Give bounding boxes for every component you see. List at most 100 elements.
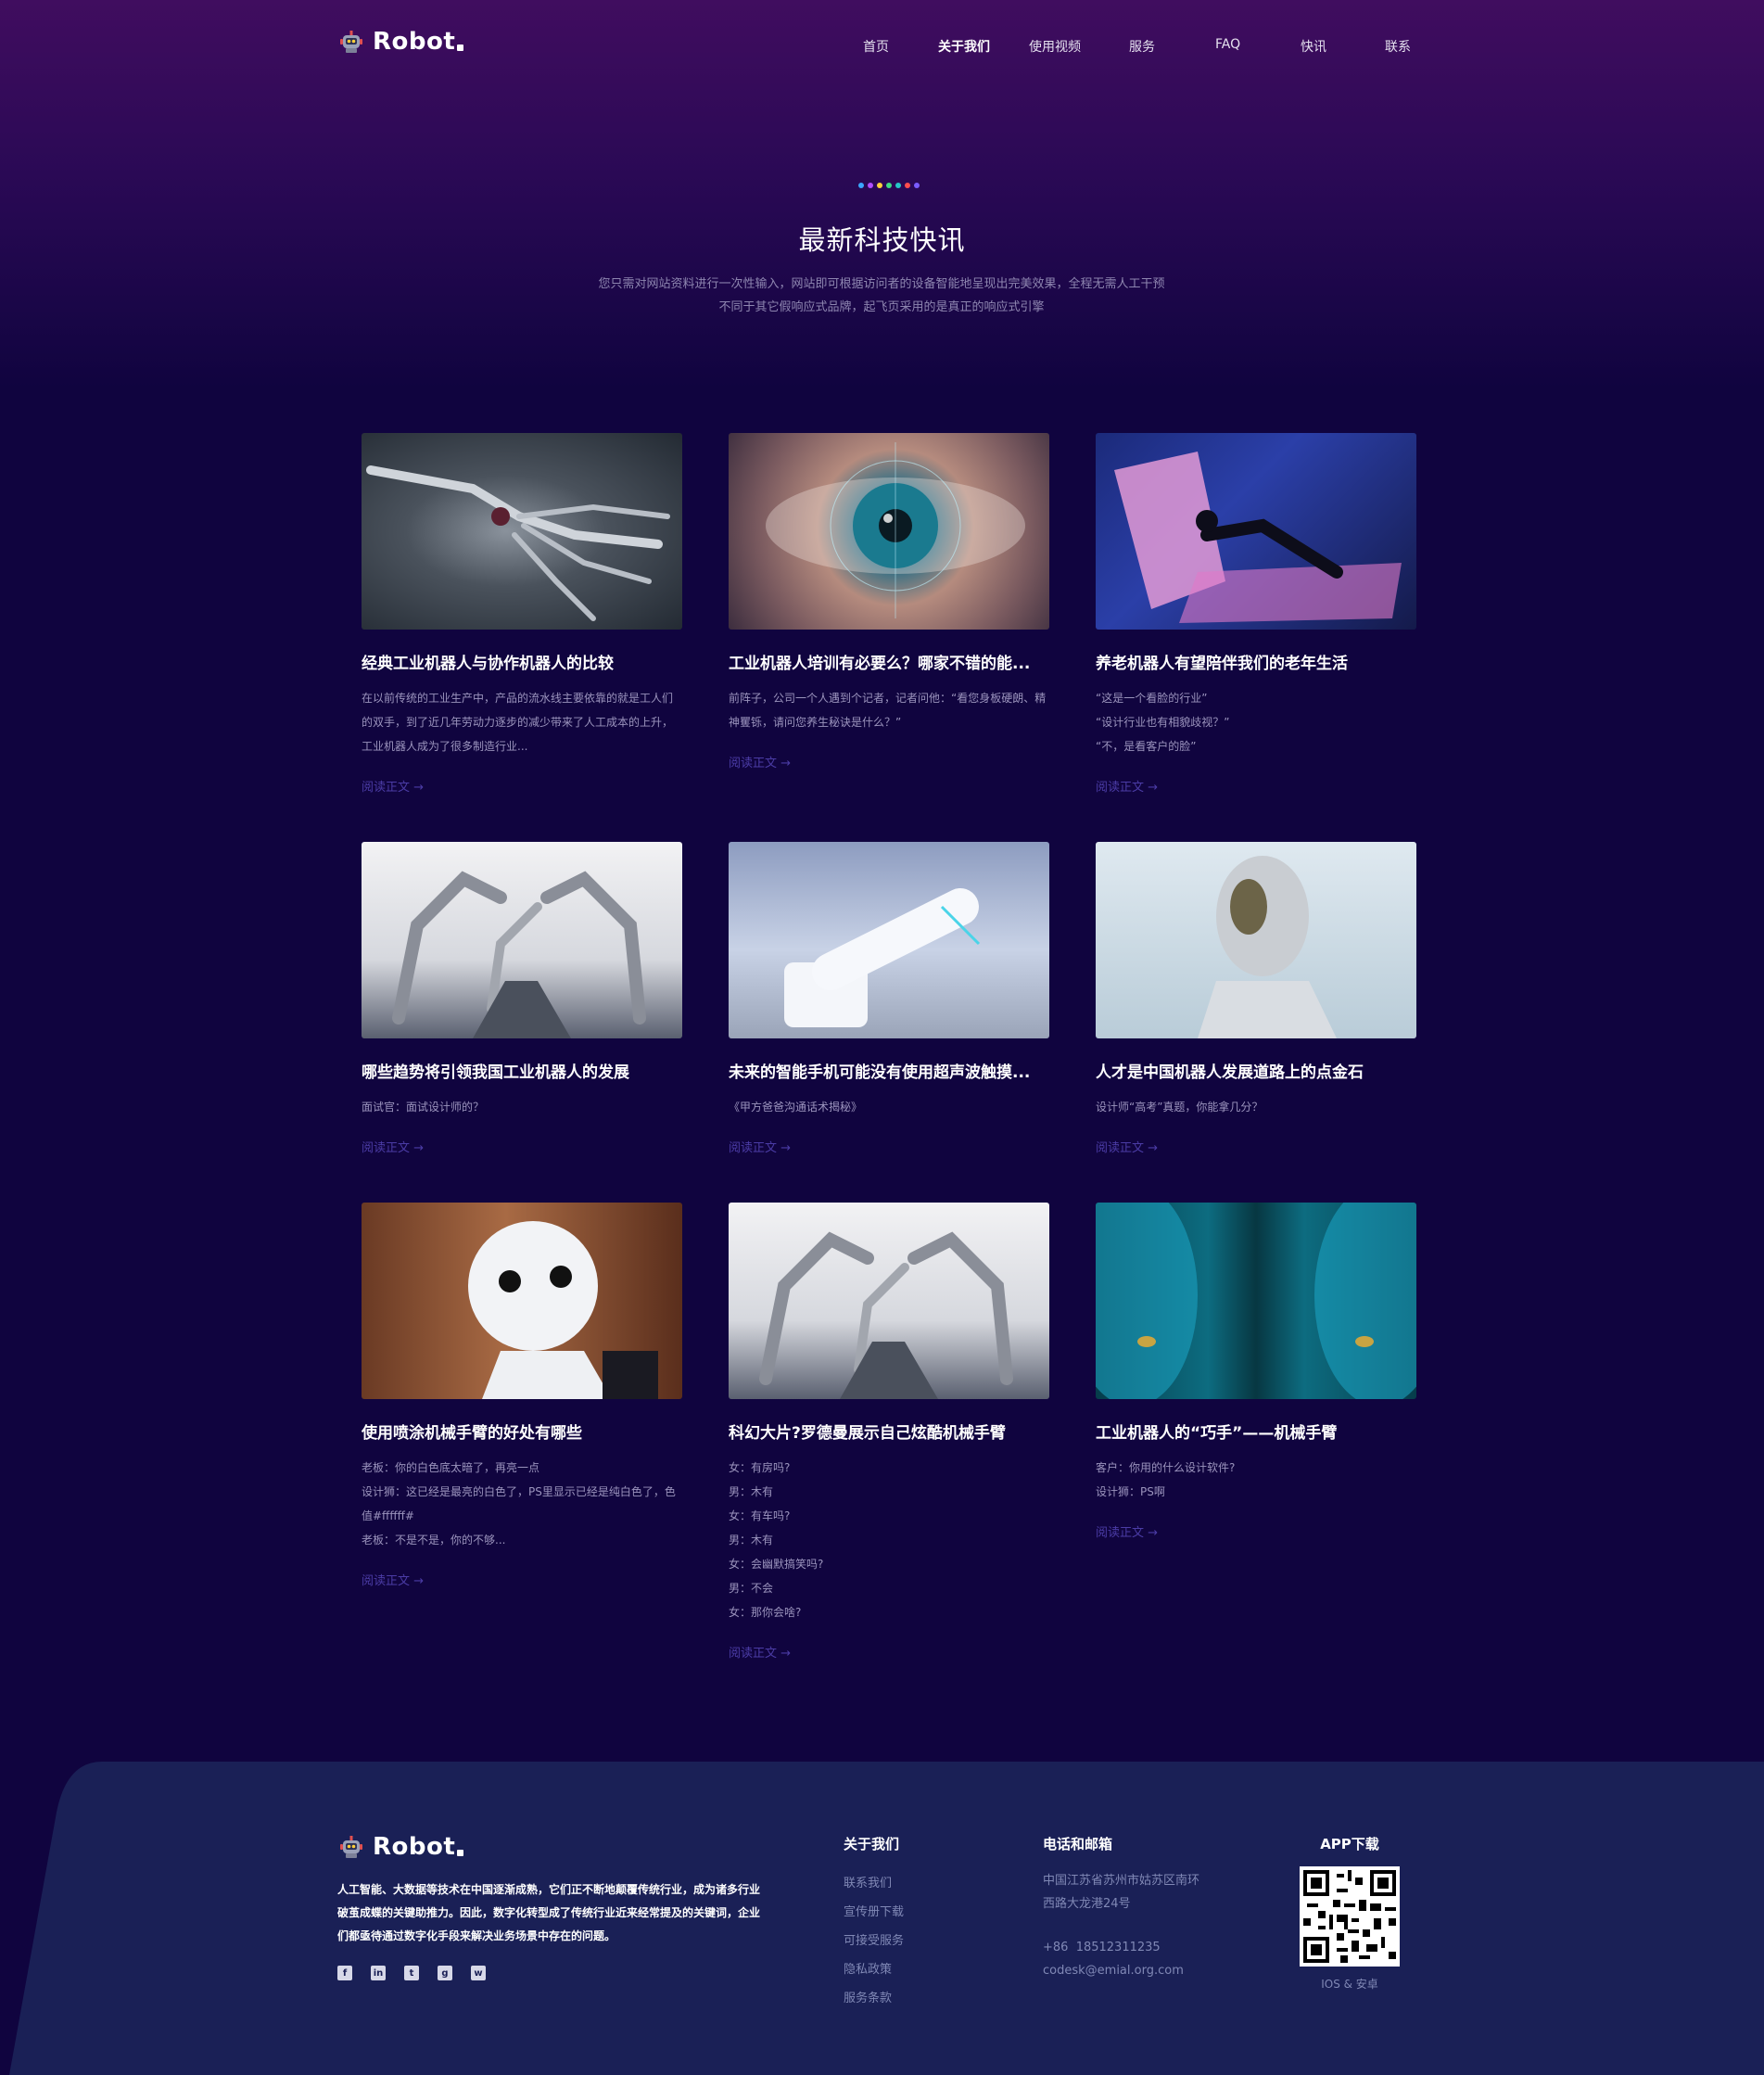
wechat-icon[interactable]: w [471,1966,486,1980]
app-download-caption: IOS & 安卓 [1321,1978,1378,1991]
card-image-white-robot-arm[interactable] [729,842,1049,1038]
card-title[interactable]: 未来的智能手机可能没有使用超声波触摸... [729,1059,1049,1082]
card-image-robot-arms-2[interactable] [729,1203,1049,1399]
logo-dot [457,1849,464,1856]
card-image-pepper-robot[interactable] [362,1203,682,1399]
qr-code-icon [1300,1866,1400,1967]
card-excerpt-line: 男：木有 [729,1534,774,1547]
footer-logo[interactable]: Robot [337,1833,464,1861]
card-excerpt-line: “不，是看客户的脸” [1096,740,1197,753]
nav-about[interactable]: 关于我们 [938,37,990,56]
card-excerpt-line: 前阵子，公司一个人遇到个记者，记者问他：“看您身板硬朗、精 [729,692,1047,705]
robot-logo-icon [340,1836,362,1858]
card-excerpt: 设计师“高考”真题，你能拿几分？ [1096,1095,1416,1119]
dot [895,183,901,188]
facebook-icon[interactable]: f [337,1966,352,1980]
footer-link-privacy[interactable]: 隐私政策 [844,1959,892,1977]
android-head-illustration [1198,856,1337,1038]
google-icon[interactable]: g [438,1966,452,1980]
news-card: 科幻大片?罗德曼展示自己炫酷机械手臂 女：有房吗? 男：木有 女：有车吗? 男：… [729,1203,1049,1661]
blue-faces-illustration [1096,1203,1416,1399]
card-excerpt-line: 客户：你用的什么设计软件? [1096,1461,1236,1474]
footer-phone[interactable]: +86 18512311235 [1043,1941,1161,1954]
news-card: 未来的智能手机可能没有使用超声波触摸... 《甲方爸爸沟通话术揭秘》 阅读正文 … [729,842,1049,1155]
twitter-icon[interactable]: t [404,1966,419,1980]
card-excerpt-line: “设计行业也有相貌歧视？” [1096,716,1230,729]
footer-col-app-title: APP下载 [1320,1836,1379,1852]
card-excerpt-line: 老板：不是不是，你的不够... [362,1534,506,1547]
read-more-link[interactable]: 阅读正文 → [729,1138,791,1155]
card-excerpt-line: 在以前传统的工业生产中，产品的流水线主要依靠的就是工人们 [362,692,674,705]
read-more-link[interactable]: 阅读正文 → [362,777,424,795]
card-image-robot-hand[interactable] [362,433,682,630]
news-card: 工业机器人的“巧手”——机械手臂 客户：你用的什么设计软件? 设计狮：PS啊 阅… [1096,1203,1416,1540]
footer-link-contact[interactable]: 联系我们 [844,1873,892,1890]
color-dots [858,183,920,188]
card-image-blue-faces[interactable] [1096,1203,1416,1399]
card-excerpt: 面试官：面试设计师的？ [362,1095,682,1119]
card-excerpt: 《甲方爸爸沟通话术揭秘》 [729,1095,1049,1119]
card-image-android-head[interactable] [1096,842,1416,1038]
card-image-neon-robot[interactable] [1096,433,1416,630]
logo[interactable]: Robot [337,28,464,56]
nav-faq[interactable]: FAQ [1215,37,1240,52]
site-header: Robot 首页 关于我们 使用视频 服务 FAQ 快讯 联系 [0,0,1764,93]
read-more-link[interactable]: 阅读正文 → [362,1138,424,1155]
nav-services[interactable]: 服务 [1129,37,1155,56]
white-robot-arm-illustration [784,888,981,1027]
card-title[interactable]: 工业机器人培训有必要么？哪家不错的能... [729,650,1049,673]
footer-link-services[interactable]: 可接受服务 [844,1930,904,1948]
section-subtitle-line-2: 不同于其它假响应式品牌，起飞页采用的是真正的响应式引擎 [718,300,1045,314]
dot [868,183,873,188]
card-title[interactable]: 养老机器人有望陪伴我们的老年生活 [1096,650,1416,673]
footer-link-terms[interactable]: 服务条款 [844,1988,892,2005]
card-title[interactable]: 使用喷涂机械手臂的好处有哪些 [362,1419,682,1443]
card-title[interactable]: 人才是中国机器人发展道路上的点金石 [1096,1059,1416,1082]
card-excerpt-line: 男：木有 [729,1485,774,1498]
section-subtitle-line-1: 您只需对网站资料进行一次性输入，网站即可根据访问者的设备智能地呈现出完美效果，全… [598,277,1165,291]
nav-videos[interactable]: 使用视频 [1029,37,1081,56]
cyber-eye-illustration [766,442,1025,618]
nav-contact[interactable]: 联系 [1385,37,1411,56]
logo-text: Robot [373,28,456,56]
card-excerpt: “这是一个看脸的行业” “设计行业也有相貌歧视？” “不，是看客户的脸” [1096,686,1416,758]
card-excerpt-line: 女：有房吗? [729,1461,791,1474]
news-card: 哪些趋势将引领我国工业机器人的发展 面试官：面试设计师的？ 阅读正文 → [362,842,682,1155]
robot-logo-icon [340,31,362,53]
card-image-cyber-eye[interactable] [729,433,1049,630]
news-card: 养老机器人有望陪伴我们的老年生活 “这是一个看脸的行业” “设计行业也有相貌歧视… [1096,433,1416,795]
linkedin-icon[interactable]: in [371,1966,386,1980]
footer-address-line-1: 中国江苏省苏州市姑苏区南环 [1043,1874,1200,1888]
section-subtitle: 您只需对网站资料进行一次性输入，网站即可根据访问者的设备智能地呈现出完美效果，全… [511,273,1252,319]
footer-about-text: 人工智能、大数据等技术在中国逐渐成熟，它们正不断地颠覆传统行业，成为诸多行业破茧… [337,1883,761,1942]
read-more-link[interactable]: 阅读正文 → [362,1571,424,1588]
card-excerpt: 前阵子，公司一个人遇到个记者，记者问他：“看您身板硬朗、精 神矍铄，请问您养生秘… [729,686,1049,734]
read-more-link[interactable]: 阅读正文 → [729,1643,791,1661]
nav-home[interactable]: 首页 [863,37,889,56]
read-more-link[interactable]: 阅读正文 → [1096,1138,1158,1155]
app-qr-code [1300,1866,1400,1967]
card-image-robot-arms[interactable] [362,842,682,1038]
card-excerpt-line: 神矍铄，请问您养生秘诀是什么？” [729,716,902,729]
card-excerpt-line: 设计狮：PS啊 [1096,1485,1165,1498]
footer-email[interactable]: codesk@emial.org.com [1043,1964,1184,1978]
news-card: 人才是中国机器人发展道路上的点金石 设计师“高考”真题，你能拿几分？ 阅读正文 … [1096,842,1416,1155]
nav-news[interactable]: 快讯 [1301,37,1326,56]
pepper-robot-illustration [468,1221,658,1399]
read-more-link[interactable]: 阅读正文 → [729,753,791,770]
read-more-link[interactable]: 阅读正文 → [1096,1522,1158,1540]
news-card: 经典工业机器人与协作机器人的比较 在以前传统的工业生产中，产品的流水线主要依靠的… [362,433,682,795]
card-excerpt: 老板：你的白色底太暗了，再亮一点 设计狮：这已经是最亮的白色了，PS里显示已经是… [362,1456,682,1552]
card-excerpt-line: 工业机器人成为了很多制造行业... [362,740,528,753]
card-title[interactable]: 科幻大片?罗德曼展示自己炫酷机械手臂 [729,1419,1049,1443]
dot [858,183,864,188]
card-excerpt-line: 值#ffffff# [362,1509,414,1522]
footer-col-about-title: 关于我们 [844,1836,900,1852]
card-title[interactable]: 工业机器人的“巧手”——机械手臂 [1096,1419,1416,1443]
read-more-link[interactable]: 阅读正文 → [1096,777,1158,795]
card-excerpt-line: 设计师“高考”真题，你能拿几分？ [1096,1101,1263,1114]
footer-col-contact-title: 电话和邮箱 [1043,1836,1113,1852]
card-title[interactable]: 哪些趋势将引领我国工业机器人的发展 [362,1059,682,1082]
card-title[interactable]: 经典工业机器人与协作机器人的比较 [362,650,682,673]
footer-link-brochure[interactable]: 宣传册下载 [844,1902,904,1919]
